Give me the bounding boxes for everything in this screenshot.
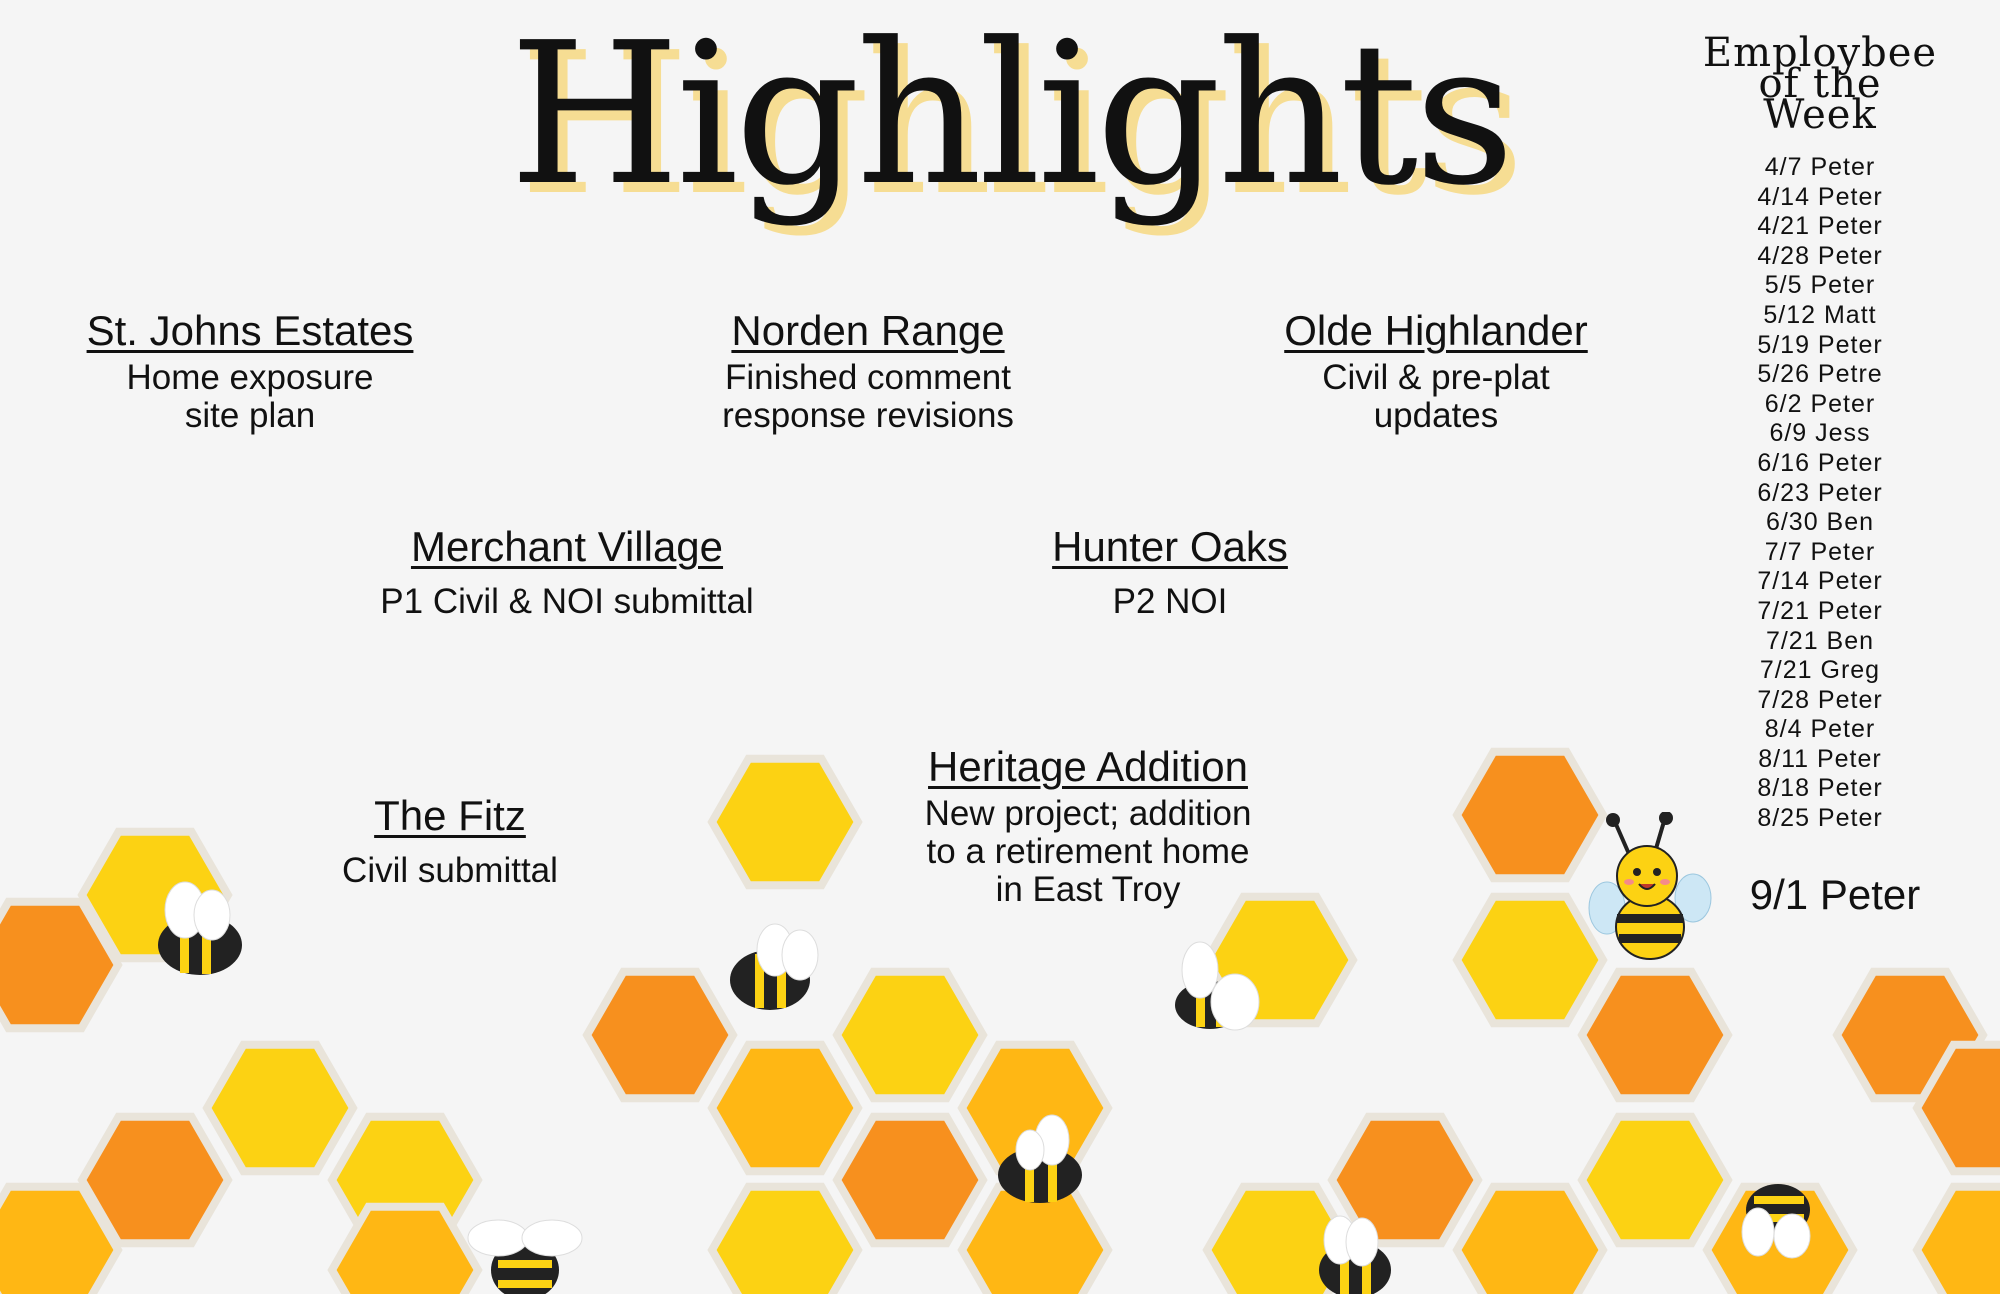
project-name: Olde Highlander	[1284, 307, 1588, 354]
project-name: Heritage Addition	[928, 743, 1248, 790]
honeycomb-cell	[1577, 967, 1733, 1103]
employee-of-week-entry: 7/7 Peter	[1764, 537, 1876, 566]
employee-of-week-entry: 5/12 Matt	[1763, 300, 1877, 329]
employee-of-week-entry: 7/21 Ben	[1765, 626, 1875, 655]
project-name: Norden Range	[731, 307, 1005, 354]
employee-of-week-panel: Employbee of the Week 4/7 Peter 4/14 Pete…	[1700, 30, 1940, 834]
project-heritage-addition: Heritage Addition New project; addition …	[888, 741, 1288, 909]
employee-of-week-entry: 7/14 Peter	[1757, 567, 1883, 596]
honeycomb-cell	[707, 1182, 863, 1294]
bee-icon	[1319, 1215, 1391, 1294]
employee-of-week-entry: 6/23 Peter	[1757, 478, 1883, 507]
employee-of-week-entry: 5/5 Peter	[1764, 271, 1876, 300]
project-description: P1 Civil & NOI submittal	[380, 582, 754, 621]
bee-icon	[730, 923, 819, 1010]
honeycomb-cell	[1452, 892, 1608, 1028]
project-description: Home exposure site plan	[126, 358, 374, 435]
bee-icon	[158, 881, 242, 975]
employee-of-week-entry: 8/11 Peter	[1758, 744, 1882, 773]
project-name: Hunter Oaks	[1052, 523, 1288, 570]
honeycomb-cell	[582, 967, 738, 1103]
bee-icon	[1741, 1184, 1811, 1259]
bee-icon	[998, 1114, 1082, 1203]
honeycomb-cell	[707, 1040, 863, 1176]
project-description: Civil submittal	[342, 851, 558, 890]
project-description: Finished comment response revisions	[722, 358, 1014, 435]
honeycomb-cell	[832, 1112, 988, 1248]
project-hunter-oaks: Hunter Oaks P2 NOI	[1020, 521, 1320, 621]
project-olde-highlander: Olde Highlander Civil & pre-plat updates	[1246, 305, 1626, 435]
honeycomb-cell	[1577, 1112, 1733, 1248]
employee-of-week-list: 4/7 Peter 4/14 Peter 4/21 Peter 4/28 Peter 5…	[1700, 153, 1940, 834]
employee-of-week-entry: 8/25 Peter	[1757, 804, 1883, 833]
employee-of-week-entry: 7/21 Greg	[1759, 656, 1881, 685]
project-the-fitz: The Fitz Civil submittal	[300, 790, 600, 890]
employee-of-week-entry: 7/28 Peter	[1757, 685, 1883, 714]
honeycomb-cell	[1452, 747, 1608, 883]
honeycomb-cell	[1912, 1182, 2000, 1294]
employee-of-week-entry: 5/26 Petre	[1757, 360, 1883, 389]
employee-of-week-entry: 5/19 Peter	[1757, 330, 1883, 359]
employee-of-week-entry: 4/7 Peter	[1764, 153, 1876, 181]
employee-of-week-entry: 6/16 Peter	[1757, 448, 1883, 477]
project-st-johns-estates: St. Johns Estates Home exposure site pla…	[60, 305, 440, 435]
employee-of-week-entry: 8/18 Peter	[1757, 774, 1883, 803]
employee-of-week-entry: 6/30 Ben	[1765, 508, 1875, 537]
employee-of-week-entry: 8/4 Peter	[1764, 715, 1876, 744]
employee-of-week-entry: 4/28 Peter	[1757, 241, 1883, 270]
bee-icon	[1175, 941, 1260, 1031]
honeycomb-cell	[707, 754, 863, 890]
project-merchant-village: Merchant Village P1 Civil & NOI submitta…	[347, 521, 787, 621]
bee-mascot-icon	[1588, 812, 1712, 960]
honeycomb-cell	[202, 1040, 358, 1176]
honeycomb-cell	[1452, 1182, 1608, 1294]
employee-of-week-entry: 4/14 Peter	[1757, 182, 1883, 211]
project-name: St. Johns Estates	[86, 307, 414, 354]
employee-of-week-entry: 6/9 Jess	[1769, 419, 1871, 448]
page-title: Highlights	[509, 1, 1515, 229]
project-description: New project; addition to a retirement ho…	[924, 794, 1252, 909]
project-norden-range: Norden Range Finished comment response r…	[678, 305, 1058, 435]
project-description: Civil & pre-plat updates	[1322, 358, 1550, 435]
employee-of-week-entry: 6/2 Peter	[1764, 389, 1876, 418]
project-description: P2 NOI	[1112, 582, 1228, 621]
employee-of-week-entry: 4/21 Peter	[1757, 212, 1883, 241]
current-employee-of-week: 9/1 Peter	[1749, 871, 1921, 918]
project-name: The Fitz	[374, 792, 526, 839]
bee-icon	[467, 1219, 583, 1294]
honeycomb-cell	[832, 967, 988, 1103]
employee-of-week-entry: 7/21 Peter	[1757, 596, 1883, 625]
project-name: Merchant Village	[410, 523, 724, 570]
employee-of-week-heading: Employbee of the Week	[1702, 30, 1938, 138]
